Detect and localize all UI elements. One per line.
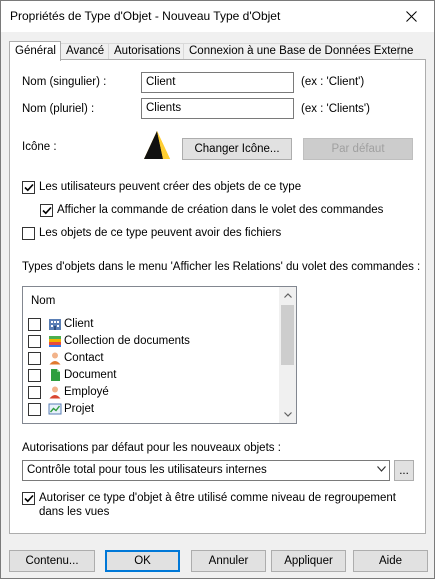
show-create-command-checkbox[interactable] bbox=[40, 204, 53, 217]
default-icon-button-label: Par défaut bbox=[331, 143, 385, 155]
can-create-checkbox[interactable] bbox=[22, 181, 35, 194]
list-item-label: Projet bbox=[64, 403, 95, 415]
contents-button-label: Contenu... bbox=[25, 555, 79, 567]
name-plural-input[interactable]: Clients bbox=[141, 98, 294, 119]
close-icon bbox=[405, 11, 417, 22]
can-create-label: Les utilisateurs peuvent créer des objet… bbox=[39, 181, 302, 193]
show-create-command-label: Afficher la commande de création dans le… bbox=[57, 204, 384, 216]
can-have-files-label: Les objets de ce type peuvent avoir des … bbox=[39, 227, 282, 239]
employee-icon bbox=[49, 386, 61, 399]
icon-label: Icône : bbox=[22, 141, 57, 153]
list-item-label: Document bbox=[64, 369, 117, 381]
default-icon-button[interactable]: Par défaut bbox=[303, 138, 413, 160]
chevron-up-icon bbox=[283, 293, 292, 298]
scrollbar-thumb[interactable] bbox=[281, 305, 294, 365]
list-item-checkbox[interactable] bbox=[28, 369, 41, 382]
can-have-files-checkbox[interactable] bbox=[22, 227, 35, 240]
list-item[interactable]: Client bbox=[28, 316, 278, 333]
tab-label: Général bbox=[15, 45, 56, 57]
name-plural-label: Nom (pluriel) : bbox=[22, 103, 95, 115]
checkmark-icon bbox=[41, 206, 52, 215]
general-panel: Nom (singulier) : Client (ex : 'Client')… bbox=[9, 59, 426, 534]
browse-permissions-button[interactable]: ... bbox=[394, 460, 414, 481]
list-item[interactable]: Document bbox=[28, 367, 278, 384]
list-item[interactable]: Projet bbox=[28, 401, 278, 418]
document-collection-icon bbox=[49, 336, 61, 347]
scroll-up-button[interactable] bbox=[279, 287, 296, 304]
name-singular-value: Client bbox=[146, 76, 176, 88]
scroll-down-button[interactable] bbox=[279, 406, 296, 423]
document-icon bbox=[51, 369, 60, 381]
checkmark-icon bbox=[23, 494, 34, 503]
tab-label: Connexion à une Base de Données Externe bbox=[189, 45, 414, 57]
tab-permissions[interactable]: Autorisations bbox=[108, 43, 184, 60]
object-type-icon bbox=[144, 131, 170, 159]
chevron-down-icon bbox=[283, 412, 292, 417]
list-item[interactable]: Collection de documents bbox=[28, 333, 278, 350]
list-item-checkbox[interactable] bbox=[28, 318, 41, 331]
tab-external-database[interactable]: Connexion à une Base de Données Externe bbox=[183, 43, 413, 60]
window-title: Propriétés de Type d'Objet - Nouveau Typ… bbox=[10, 9, 281, 23]
change-icon-button-label: Changer Icône... bbox=[194, 143, 280, 155]
tab-label: Autorisations bbox=[114, 45, 181, 57]
name-plural-value: Clients bbox=[146, 102, 182, 114]
help-button[interactable]: Aide bbox=[353, 550, 428, 572]
relations-label: Types d'objets dans le menu 'Afficher le… bbox=[22, 261, 421, 273]
list-item-checkbox[interactable] bbox=[28, 386, 41, 399]
project-chart-icon bbox=[48, 403, 62, 415]
list-item-label: Contact bbox=[64, 352, 104, 364]
ok-button-label: OK bbox=[134, 555, 151, 567]
list-item-label: Employé bbox=[64, 386, 109, 398]
title-bar: Propriétés de Type d'Objet - Nouveau Typ… bbox=[1, 1, 434, 32]
browse-button-label: ... bbox=[399, 464, 409, 477]
change-icon-button[interactable]: Changer Icône... bbox=[182, 138, 292, 160]
building-icon bbox=[49, 319, 61, 330]
name-singular-label: Nom (singulier) : bbox=[22, 76, 107, 88]
tab-label: Avancé bbox=[66, 45, 105, 57]
name-singular-hint: (ex : 'Client') bbox=[301, 76, 365, 88]
name-singular-input[interactable]: Client bbox=[141, 72, 294, 93]
cancel-button-label: Annuler bbox=[208, 555, 249, 567]
apply-button[interactable]: Appliquer bbox=[271, 550, 346, 572]
list-item-checkbox[interactable] bbox=[28, 403, 41, 416]
name-plural-hint: (ex : 'Clients') bbox=[301, 103, 370, 115]
ok-button[interactable]: OK bbox=[105, 550, 180, 572]
contents-button[interactable]: Contenu... bbox=[9, 550, 95, 572]
list-item[interactable]: Contact bbox=[28, 350, 278, 367]
contact-person-icon bbox=[49, 352, 61, 365]
close-button[interactable] bbox=[388, 1, 434, 32]
tab-general[interactable]: Général bbox=[9, 41, 61, 61]
object-types-list[interactable]: Nom Client Collection de documents Conta… bbox=[22, 286, 297, 424]
list-item-label: Collection de documents bbox=[64, 335, 190, 347]
list-item[interactable]: Employé bbox=[28, 384, 278, 401]
dialog-window: Propriétés de Type d'Objet - Nouveau Typ… bbox=[0, 0, 435, 579]
chevron-down-icon bbox=[377, 466, 386, 472]
list-item-checkbox[interactable] bbox=[28, 352, 41, 365]
checkmark-icon bbox=[23, 183, 34, 192]
default-permissions-dropdown[interactable]: Contrôle total pour tous les utilisateur… bbox=[22, 460, 390, 481]
apply-button-label: Appliquer bbox=[284, 555, 333, 567]
cancel-button[interactable]: Annuler bbox=[191, 550, 266, 572]
list-item-label: Client bbox=[64, 318, 94, 330]
grouping-level-label: Autoriser ce type d'objet à être utilisé… bbox=[39, 492, 396, 518]
help-button-label: Aide bbox=[378, 555, 403, 567]
list-item-checkbox[interactable] bbox=[28, 335, 41, 348]
list-header-name: Nom bbox=[31, 295, 56, 307]
grouping-level-checkbox[interactable] bbox=[22, 492, 35, 505]
default-permissions-value: Contrôle total pour tous les utilisateur… bbox=[27, 464, 267, 476]
default-permissions-label: Autorisations par défaut pour les nouvea… bbox=[22, 442, 281, 454]
list-scrollbar[interactable] bbox=[279, 287, 296, 423]
tab-advanced[interactable]: Avancé bbox=[60, 43, 109, 60]
